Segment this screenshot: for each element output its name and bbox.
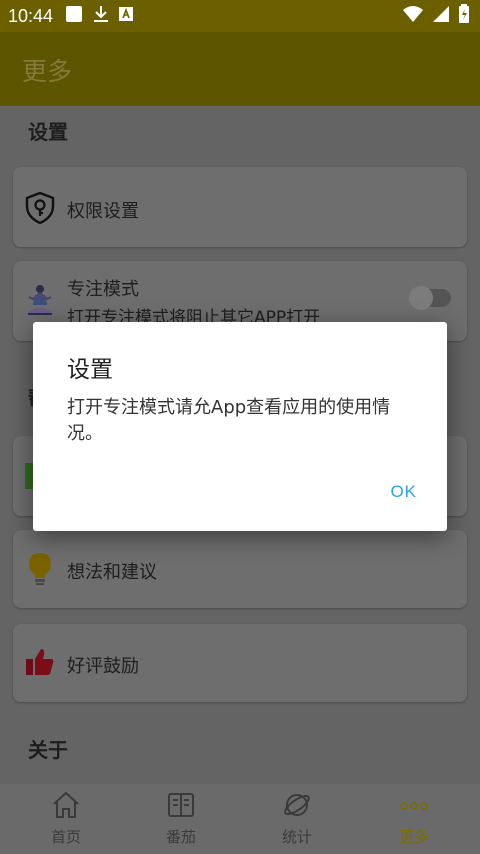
shield-key-icon bbox=[25, 191, 55, 225]
permission-settings-card[interactable]: 权限设置 bbox=[13, 167, 467, 247]
focus-mode-title: 专注模式 bbox=[67, 279, 139, 300]
about-section-title: 关于 bbox=[28, 738, 68, 762]
status-time: 10:44 bbox=[8, 5, 54, 26]
ideas-suggestions-card[interactable]: 想法和建议 bbox=[13, 530, 467, 608]
ideas-suggestions-label: 想法和建议 bbox=[67, 562, 157, 583]
nav-statistics[interactable]: 统计 bbox=[237, 784, 357, 854]
signal-icon bbox=[432, 5, 450, 28]
app-bar: 更多 bbox=[0, 32, 480, 106]
lightbulb-icon bbox=[25, 552, 55, 585]
more-dots-icon bbox=[399, 790, 429, 820]
dialog-message: 打开专注模式请允App查看应用的使用情况。 bbox=[67, 397, 391, 444]
planet-icon bbox=[282, 790, 312, 820]
wifi-icon bbox=[402, 5, 424, 28]
thumbs-up-icon bbox=[25, 647, 55, 677]
nav-tomato-label: 番茄 bbox=[165, 828, 196, 846]
download-icon bbox=[93, 5, 109, 28]
nav-statistics-label: 统计 bbox=[281, 828, 312, 846]
app-a-icon bbox=[119, 6, 134, 27]
nav-tomato[interactable]: 番茄 bbox=[121, 784, 241, 854]
dialog-ok-button[interactable]: OK bbox=[390, 482, 417, 502]
dialog-title: 设置 bbox=[67, 357, 113, 383]
meditation-icon bbox=[25, 283, 55, 315]
bottom-navigation: 首页 番茄 统计 更多 bbox=[0, 784, 480, 854]
notification-square-icon bbox=[65, 5, 83, 28]
book-icon bbox=[166, 790, 196, 820]
permission-settings-label: 权限设置 bbox=[67, 201, 139, 222]
focus-mode-switch[interactable] bbox=[409, 286, 451, 310]
page-title: 更多 bbox=[22, 57, 73, 86]
praise-card[interactable]: 好评鼓励 bbox=[13, 624, 467, 702]
battery-icon bbox=[458, 3, 470, 29]
nav-more-label: 更多 bbox=[398, 828, 429, 846]
nav-home[interactable]: 首页 bbox=[6, 784, 126, 854]
praise-label: 好评鼓励 bbox=[67, 656, 139, 677]
home-icon bbox=[51, 790, 81, 820]
nav-more[interactable]: 更多 bbox=[354, 784, 474, 854]
switch-knob bbox=[409, 286, 433, 310]
settings-section-title: 设置 bbox=[28, 120, 68, 144]
status-bar: 10:44 bbox=[0, 0, 480, 32]
permission-dialog: 设置 打开专注模式请允App查看应用的使用情况。 OK bbox=[33, 322, 447, 531]
nav-home-label: 首页 bbox=[50, 828, 81, 846]
